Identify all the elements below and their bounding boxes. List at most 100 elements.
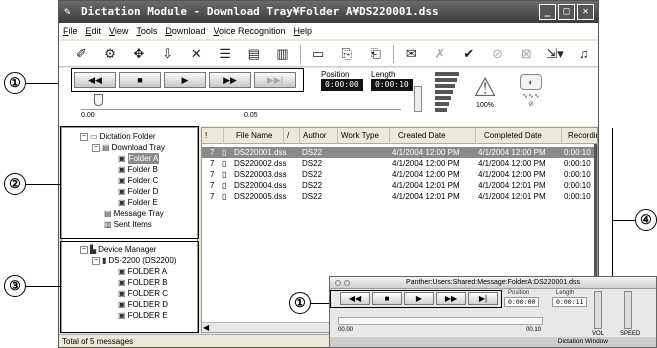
row-author: DS22 <box>302 170 323 179</box>
callout-2-leader <box>26 184 60 185</box>
row-length: 0:00:10 <box>564 192 591 201</box>
check-icon[interactable]: ✔ <box>454 43 483 65</box>
voice-icon[interactable]: ♫ <box>569 43 598 65</box>
dss-file-icon: ▯ <box>222 170 227 179</box>
row-completed: 4/1/2004 12:00 PM <box>478 170 546 179</box>
callout-2-frame <box>60 126 199 239</box>
meter-bar <box>435 102 449 106</box>
row-created: 4/1/2004 12:00 PM <box>392 170 460 179</box>
column-file-name[interactable]: File Name <box>224 128 284 144</box>
row-file-name: DS220003.dss <box>234 170 287 179</box>
pen-icon: ✎ <box>64 5 71 18</box>
mac-footer: Dictation Window <box>330 337 656 347</box>
speed-control[interactable]: ⚠ 100% <box>467 72 503 116</box>
toolbar: ✐ ⚙ ✥ ⇩ ✕ ☰ ▤ ▥ ▭ ⎘ ⎗ ✉ ✗ ✔ ⊘ ⊠ ⇲▾ ♫ <box>59 41 598 67</box>
mac-speed-slider[interactable] <box>624 291 632 329</box>
position-label: Position <box>321 70 350 79</box>
meter-bar <box>435 72 459 76</box>
position-slider-track[interactable] <box>81 102 401 110</box>
volume-slider[interactable] <box>414 86 422 112</box>
table-row[interactable]: 7 ▯ DS220001.dss DS22 4/1/2004 12:00 PM … <box>202 147 597 158</box>
row-priority: 7 <box>210 148 215 157</box>
callout-1-leader <box>26 83 58 84</box>
column-priority[interactable]: ! <box>202 128 224 144</box>
menu-download[interactable]: Download <box>165 26 205 36</box>
toolbar-separator <box>299 44 301 63</box>
menu-voice-recognition[interactable]: Voice Recognition <box>213 26 285 36</box>
dss-file-icon: ▯ <box>222 192 227 201</box>
row-created: 4/1/2004 12:00 PM <box>392 159 460 168</box>
row-created: 4/1/2004 12:00 PM <box>392 148 460 157</box>
meter-bar <box>435 90 453 94</box>
length-label: Length <box>371 70 396 79</box>
mail-icon[interactable]: ✉ <box>397 43 426 65</box>
scale-start-label: 0.00 <box>81 112 95 119</box>
download-icon[interactable]: ⇩ <box>153 43 182 65</box>
minimize-button[interactable]: _ <box>539 4 556 20</box>
blocked-icon[interactable]: ⊠ <box>512 43 541 65</box>
delete-icon[interactable]: ✕ <box>182 43 211 65</box>
callout-1-mac-frame <box>330 290 502 308</box>
table-row[interactable]: 7 ▯ DS220004.dss DS22 4/1/2004 12:01 PM … <box>202 180 597 191</box>
export-icon[interactable]: ⇲▾ <box>541 43 570 65</box>
mac-close-button[interactable] <box>335 280 341 286</box>
speed-value: 100% <box>476 102 494 109</box>
row-completed: 4/1/2004 12:01 PM <box>478 192 546 201</box>
column-work-type[interactable]: Work Type <box>338 128 390 144</box>
mac-scale-start: 00.00 <box>338 327 354 333</box>
mac-position-slider[interactable] <box>338 317 543 325</box>
cancel-icon[interactable]: ⊘ <box>483 43 512 65</box>
folder-icon[interactable]: ▭ <box>304 43 333 65</box>
mac-title-bar[interactable]: Panther:Users:Shared:Message:FolderA:DS2… <box>330 277 656 289</box>
table-row[interactable]: 7 ▯ DS220003.dss DS22 4/1/2004 12:00 PM … <box>202 169 597 180</box>
maximize-button[interactable]: □ <box>558 4 575 20</box>
dss-file-icon: ▯ <box>222 181 227 190</box>
callout-4-leader <box>612 220 635 221</box>
table-row[interactable]: 7 ▯ DS220005.dss DS22 4/1/2004 12:01 PM … <box>202 191 597 202</box>
scroll-left-icon[interactable]: ◀ <box>203 323 209 332</box>
mac-minimize-button[interactable] <box>344 280 350 286</box>
menu-help[interactable]: Help <box>294 26 313 36</box>
row-length: 0:00:10 <box>564 170 591 179</box>
noise-icon: ∿∿∿ <box>522 93 540 100</box>
template-icon[interactable]: ⎗ <box>361 43 390 65</box>
meter-bar <box>435 84 455 88</box>
mac-volume-slider[interactable] <box>594 291 602 329</box>
close-button[interactable]: ✕ <box>577 4 594 20</box>
row-priority: 7 <box>210 170 215 179</box>
list-header: ! File Name / Author Work Type Created D… <box>202 128 597 144</box>
row-length: 0:00:10 <box>564 159 591 168</box>
move-icon[interactable]: ✥ <box>124 43 153 65</box>
row-file-name: DS220001.dss <box>234 148 287 157</box>
settings-icon[interactable]: ⚙ <box>96 43 125 65</box>
table-row[interactable]: 7 ▯ DS220002.dss DS22 4/1/2004 12:00 PM … <box>202 158 597 169</box>
title-bar[interactable]: ✎ Dictation Module - Download Tray¥Folde… <box>59 1 598 23</box>
mac-dictation-window: Panther:Users:Shared:Message:FolderA:DS2… <box>329 276 657 348</box>
properties-icon[interactable]: ☰ <box>211 43 240 65</box>
row-completed: 4/1/2004 12:00 PM <box>478 148 546 157</box>
scale-mid-label: 0.05 <box>244 112 258 119</box>
menu-edit[interactable]: Edit <box>86 26 102 36</box>
column-completed-date[interactable]: Completed Date <box>476 128 562 144</box>
menu-file[interactable]: File <box>63 26 78 36</box>
disabled-icon[interactable]: ✗ <box>426 43 455 65</box>
menu-view[interactable]: View <box>109 26 128 36</box>
toolbar-separator <box>393 44 394 63</box>
import-icon[interactable]: ⎘ <box>333 43 362 65</box>
callout-1-mac-leader <box>311 303 329 304</box>
tone-dial-icon: ◐ <box>520 74 542 90</box>
column-author[interactable]: Author <box>300 128 338 144</box>
send-icon[interactable]: ▤ <box>239 43 268 65</box>
column-created-date[interactable]: Created Date <box>390 128 476 144</box>
dictation-icon[interactable]: ✐ <box>67 43 96 65</box>
column-recording-length[interactable]: Recordin <box>562 128 597 144</box>
row-created: 4/1/2004 12:01 PM <box>392 181 460 190</box>
tone-control[interactable]: ◐ ∿∿∿ ⊘ <box>513 72 549 116</box>
window-controls: _ □ ✕ <box>539 4 594 20</box>
row-completed: 4/1/2004 12:00 PM <box>478 159 546 168</box>
menu-tools[interactable]: Tools <box>136 26 157 36</box>
callout-1-frame <box>71 68 304 92</box>
position-slider-thumb[interactable] <box>94 94 103 106</box>
receive-icon[interactable]: ▥ <box>268 43 297 65</box>
sort-indicator: / <box>284 128 300 144</box>
